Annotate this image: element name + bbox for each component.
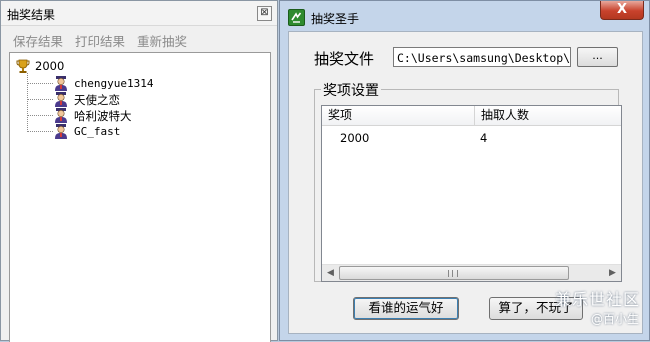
browse-button[interactable]: ... (577, 47, 618, 67)
user-icon (55, 76, 67, 91)
prize-list[interactable]: 奖项 抽取人数 2000 4 ◀ ▶ (321, 105, 622, 282)
prize-settings-group: 奖项设置 奖项 抽取人数 2000 4 ◀ ▶ (314, 80, 622, 282)
main-titlebar[interactable]: 抽奖圣手 X (280, 1, 649, 31)
main-window: 抽奖圣手 X 抽奖文件 C:\Users\samsung\Desktop\版块 … (279, 0, 650, 341)
tree-child-label: GC_fast (74, 125, 121, 138)
results-window: 抽奖结果 ⊠ 保存结果 打印结果 重新抽奖 2000 chengyue1314 … (0, 0, 278, 342)
user-icon (55, 124, 67, 139)
menu-print-results[interactable]: 打印结果 (75, 31, 125, 50)
trophy-icon (16, 59, 30, 73)
results-close-button[interactable]: ⊠ (257, 6, 272, 21)
scroll-right-icon[interactable]: ▶ (604, 265, 621, 281)
watermark-text: 兼乐世社区 (554, 290, 640, 309)
file-label: 抽奖文件 (314, 50, 375, 68)
grip-icon (448, 270, 458, 277)
main-close-button[interactable]: X (600, 1, 644, 20)
results-window-title: 抽奖结果 (7, 8, 56, 22)
tree-root-label: 2000 (35, 59, 65, 73)
results-menubar: 保存结果 打印结果 重新抽奖 (1, 28, 277, 50)
tree-child-label: 天使之恋 (74, 93, 120, 107)
start-draw-button[interactable]: 看谁的运气好 (353, 297, 459, 320)
horizontal-scrollbar[interactable]: ◀ ▶ (322, 264, 621, 281)
prize-list-header: 奖项 抽取人数 (322, 106, 621, 126)
count-cell: 4 (480, 131, 488, 145)
app-icon (288, 9, 305, 26)
column-header-prize[interactable]: 奖项 (322, 106, 475, 126)
main-window-title: 抽奖圣手 (311, 12, 360, 26)
watermark-sub: @百小生 (590, 312, 639, 326)
scroll-left-icon[interactable]: ◀ (322, 265, 339, 281)
results-tree[interactable]: 2000 chengyue1314 天使之恋 哈利波特大 GC_fast (9, 52, 271, 342)
prize-settings-title: 奖项设置 (321, 80, 381, 100)
scroll-thumb[interactable] (339, 266, 569, 280)
column-header-count[interactable]: 抽取人数 (475, 106, 623, 126)
tree-child-label: chengyue1314 (74, 77, 154, 90)
prize-cell: 2000 (340, 131, 370, 145)
file-path-input[interactable]: C:\Users\samsung\Desktop\版块 (393, 47, 571, 67)
user-icon (55, 108, 67, 123)
user-icon (55, 92, 67, 107)
menu-save-results[interactable]: 保存结果 (13, 31, 63, 50)
prize-row[interactable]: 2000 4 (322, 129, 621, 147)
menu-redraw[interactable]: 重新抽奖 (137, 31, 187, 50)
tree-child-label: 哈利波特大 (74, 109, 132, 123)
tree-connector (27, 73, 28, 130)
results-titlebar[interactable]: 抽奖结果 ⊠ (1, 1, 277, 26)
